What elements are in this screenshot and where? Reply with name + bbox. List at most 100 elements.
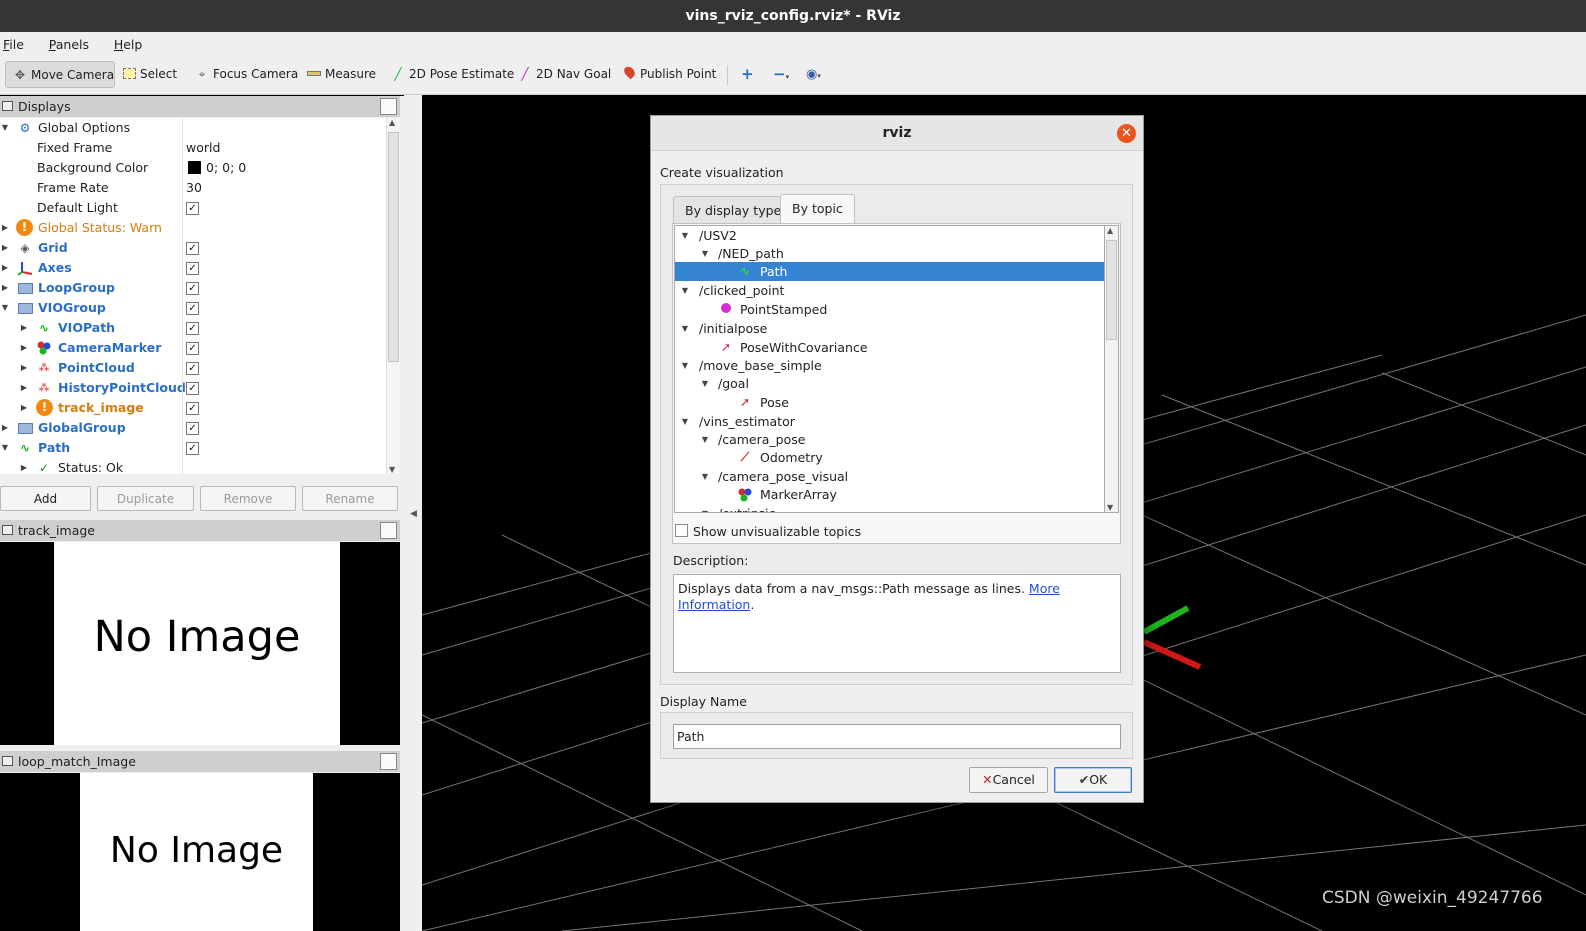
loop-match-image-view: No Image <box>0 773 400 931</box>
topic-row[interactable]: ▼/camera_pose_visual <box>675 467 1104 486</box>
pointcloud-checkbox[interactable]: ✓ <box>186 362 199 375</box>
description-box: Displays data from a nav_msgs::Path mess… <box>673 574 1121 673</box>
tree-row-historypointcloud[interactable]: ▶ ⁂ HistoryPointCloud ✓ <box>0 378 386 398</box>
topic-row[interactable]: ▼/extrinsic <box>675 504 1104 512</box>
menu-help[interactable]: Help <box>111 32 147 57</box>
dock-splitter[interactable]: ◀ <box>404 95 422 931</box>
path-checkbox[interactable]: ✓ <box>186 442 199 455</box>
topic-row[interactable]: ▼/move_base_simple <box>675 356 1104 375</box>
scrollbar-thumb[interactable] <box>1106 240 1117 340</box>
measure-button[interactable]: Measure <box>300 61 376 88</box>
topic-row[interactable]: PointStamped <box>675 300 1104 319</box>
viogroup-checkbox[interactable]: ✓ <box>186 302 199 315</box>
tree-row-track-image[interactable]: ▶ ! track_image ✓ <box>0 398 386 418</box>
float-panel-button[interactable] <box>380 522 397 539</box>
select-button[interactable]: Select <box>115 61 177 88</box>
tree-row-grid[interactable]: ▶ ◈ Grid ✓ <box>0 238 386 258</box>
loopgroup-checkbox[interactable]: ✓ <box>186 282 199 295</box>
cameramarker-checkbox[interactable]: ✓ <box>186 342 199 355</box>
2d-nav-goal-button[interactable]: ╱ 2D Nav Goal <box>511 61 611 88</box>
topic-row[interactable]: ▼/vins_estimator <box>675 412 1104 431</box>
topic-row[interactable]: ⟋ Odometry <box>675 448 1104 467</box>
float-panel-button[interactable] <box>380 98 397 115</box>
tab-by-display-type[interactable]: By display type <box>673 196 794 224</box>
scrollbar-thumb[interactable] <box>388 132 399 362</box>
path-icon: ∿ <box>19 441 31 455</box>
toolbar-separator <box>727 65 728 85</box>
duplicate-display-button[interactable]: Duplicate <box>97 486 194 511</box>
tree-row-fixed-frame[interactable]: Fixed Frame world <box>0 138 386 158</box>
tree-row-pointcloud[interactable]: ▶ ⁂ PointCloud ✓ <box>0 358 386 378</box>
cancel-button[interactable]: ✕Cancel <box>969 767 1048 793</box>
warning-icon: ! <box>16 219 33 236</box>
grid-icon: ◈ <box>20 241 30 255</box>
displays-scrollbar[interactable]: ▲ ▼ <box>386 118 400 474</box>
window-title: vins_rviz_config.rviz* - RViz <box>0 0 1586 32</box>
topic-tree: ▼/USV2 ▼/NED_path ∿ Path ▼/clicked_point … <box>674 225 1105 513</box>
measure-icon <box>306 61 322 88</box>
topic-row[interactable]: MarkerArray <box>675 485 1104 504</box>
view-menu-button[interactable]: ◉▾ <box>800 61 821 88</box>
tree-row-default-light[interactable]: Default Light ✓ <box>0 198 386 218</box>
tree-row-status-ok[interactable]: ▶ ✓ Status: Ok <box>0 458 386 474</box>
tree-row-path[interactable]: ▼ ∿ Path ✓ <box>0 438 386 458</box>
track-image-checkbox[interactable]: ✓ <box>186 402 199 415</box>
tree-row-viogroup[interactable]: ▼ VIOGroup ✓ <box>0 298 386 318</box>
publish-point-button[interactable]: Publish Point <box>615 61 716 88</box>
rename-display-button[interactable]: Rename <box>302 486 398 511</box>
show-unvisualizable-checkbox[interactable] <box>675 524 688 537</box>
background-color-value[interactable]: 0; 0; 0 <box>206 158 246 178</box>
tab-by-topic[interactable]: By topic <box>780 194 855 224</box>
axes-checkbox[interactable]: ✓ <box>186 262 199 275</box>
pose-estimate-icon: ╱ <box>394 67 402 81</box>
topic-row-selected[interactable]: ∿ Path <box>675 262 1104 281</box>
frame-rate-value[interactable]: 30 <box>186 178 202 198</box>
create-visualization-label: Create visualization <box>660 165 784 180</box>
track-image-panel-title: track_image <box>18 523 95 538</box>
menu-panels[interactable]: Panels <box>46 32 93 57</box>
topic-row[interactable]: ▼/goal <box>675 374 1104 393</box>
add-display-button[interactable]: Add <box>0 486 91 511</box>
topic-scrollbar[interactable]: ▲ ▼ <box>1105 225 1119 513</box>
tree-row-global-options[interactable]: ▼ ⚙ Global Options <box>0 118 386 138</box>
tree-row-global-status[interactable]: ▶ ! Global Status: Warn <box>0 218 386 238</box>
topic-row[interactable]: ▼/USV2 <box>675 226 1104 245</box>
check-icon: ✓ <box>38 461 50 474</box>
tree-row-cameramarker[interactable]: ▶ CameraMarker ✓ <box>0 338 386 358</box>
topic-row[interactable]: ▼/clicked_point <box>675 281 1104 300</box>
collapse-arrow-icon: ◀ <box>410 509 417 519</box>
move-camera-button[interactable]: ✥ Move Camera <box>5 61 115 88</box>
tree-row-viopath[interactable]: ▶ ∿ VIOPath ✓ <box>0 318 386 338</box>
description-label: Description: <box>673 553 749 568</box>
color-swatch[interactable] <box>188 161 201 174</box>
topic-row[interactable]: ▼/camera_pose <box>675 430 1104 449</box>
default-light-checkbox[interactable]: ✓ <box>186 202 199 215</box>
tree-row-frame-rate[interactable]: Frame Rate 30 <box>0 178 386 198</box>
topic-row[interactable]: ▼/NED_path <box>675 244 1104 263</box>
2d-pose-estimate-button[interactable]: ╱ 2D Pose Estimate <box>384 61 514 88</box>
topic-row[interactable]: ➚ Pose <box>675 393 1104 412</box>
historypointcloud-checkbox[interactable]: ✓ <box>186 382 199 395</box>
viopath-checkbox[interactable]: ✓ <box>186 322 199 335</box>
tree-row-background-color[interactable]: Background Color 0; 0; 0 <box>0 158 386 178</box>
add-tool-button[interactable]: + <box>735 61 754 88</box>
float-panel-button[interactable] <box>380 753 397 770</box>
globalgroup-checkbox[interactable]: ✓ <box>186 422 199 435</box>
watermark: CSDN @weixin_49247766 <box>1322 888 1543 908</box>
remove-tool-button[interactable]: −▾ <box>767 61 789 88</box>
grid-checkbox[interactable]: ✓ <box>186 242 199 255</box>
close-icon[interactable]: ✕ <box>1117 124 1136 143</box>
tree-row-globalgroup[interactable]: ▶ GlobalGroup ✓ <box>0 418 386 438</box>
axes-icon <box>17 260 33 276</box>
ok-button[interactable]: ✔OK <box>1054 767 1132 793</box>
focus-camera-button[interactable]: ⌖ Focus Camera <box>188 61 299 88</box>
tree-row-loopgroup[interactable]: ▶ LoopGroup ✓ <box>0 278 386 298</box>
topic-row[interactable]: ▼/initialpose <box>675 319 1104 338</box>
tree-row-axes[interactable]: ▶ Axes ✓ <box>0 258 386 278</box>
display-name-input[interactable]: Path <box>673 724 1121 749</box>
fixed-frame-value[interactable]: world <box>186 138 220 158</box>
menu-file[interactable]: File <box>0 32 28 57</box>
displays-panel-title: Displays <box>18 99 71 114</box>
topic-row[interactable]: ➚ PoseWithCovariance <box>675 338 1104 357</box>
remove-display-button[interactable]: Remove <box>200 486 296 511</box>
